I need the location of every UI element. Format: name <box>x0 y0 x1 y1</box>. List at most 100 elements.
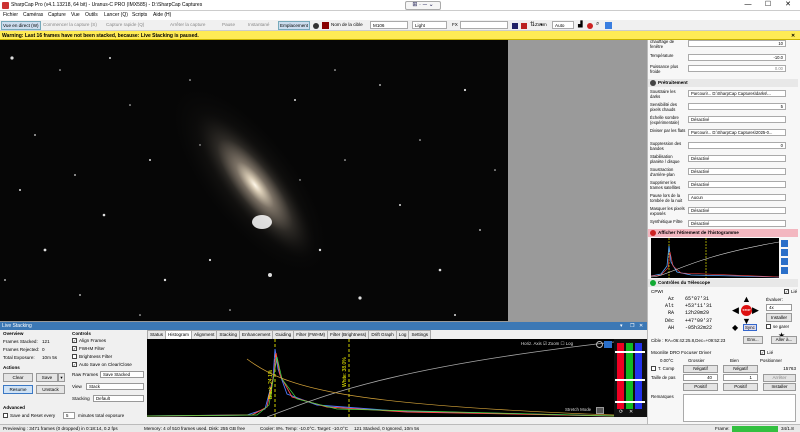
send-button[interactable]: Env... <box>743 336 763 344</box>
graph-icon[interactable] <box>781 267 788 274</box>
zoom-select[interactable]: Auto <box>552 21 574 29</box>
align-frames-checkbox[interactable]: ✓ Align Frames <box>72 338 106 344</box>
quick-capture-button[interactable]: Capture rapide (Q) <box>106 22 144 27</box>
upper-slider-handle[interactable] <box>615 351 645 353</box>
fine-negative-button[interactable]: Négatif <box>723 365 758 373</box>
menu-vue[interactable]: Vue <box>71 12 80 18</box>
mask-pixels-select[interactable]: Désactivé <box>688 207 786 214</box>
image-viewport[interactable] <box>0 40 647 321</box>
fwhm-filter-checkbox[interactable]: ✓ FWHM Filter <box>72 346 105 352</box>
stop-button[interactable]: STOP <box>741 305 752 316</box>
move-east-button[interactable]: ▶ <box>752 305 759 316</box>
snapshot-button[interactable]: Instantané <box>248 22 269 27</box>
autosave-checkbox[interactable]: ✓ Auto Save on Clear/Close <box>72 362 132 368</box>
stop-capture-button[interactable]: Arrêter la capture <box>170 22 206 27</box>
pause-nightfall-select[interactable]: Aucun <box>688 194 786 201</box>
color-icon[interactable] <box>521 23 527 29</box>
menu-aide[interactable]: Aide (H) <box>153 12 171 18</box>
flats-field[interactable]: Parcourir... D:\SharpCap Captures\2025-0… <box>688 129 786 136</box>
placement-button[interactable]: Emplacement <box>278 21 311 30</box>
notes-textarea[interactable] <box>683 394 796 422</box>
stretch-icon[interactable] <box>781 240 788 247</box>
menu-capture[interactable]: Capture <box>48 12 66 18</box>
banding-slider[interactable]: 0 <box>688 142 786 149</box>
panel-close-icon[interactable]: ✕ <box>639 322 643 330</box>
frame-icon[interactable] <box>512 23 518 29</box>
tab-histogram[interactable]: Histogram <box>165 330 192 339</box>
scope-installer-button[interactable]: Installer <box>766 313 792 322</box>
tab-alignment[interactable]: Alignment <box>190 330 218 339</box>
histogram-stretch-header[interactable]: Afficher l'étirement de l'histogramme <box>648 229 798 237</box>
save-dropdown-icon[interactable]: ▾ <box>58 373 65 382</box>
move-north-button[interactable]: ▲ <box>742 294 751 304</box>
start-capture-button[interactable]: Commencer la capture (S) <box>43 22 97 27</box>
hot-pixel-slider[interactable]: 5 <box>688 103 786 110</box>
mount-connected-checkbox[interactable]: ✓ Lié <box>784 289 797 295</box>
fine-step-input[interactable]: 1 <box>723 374 758 381</box>
synthetic-filter-select[interactable]: Désactivé <box>688 220 786 227</box>
warning-close-icon[interactable]: ✕ <box>791 33 795 39</box>
target-name-input[interactable]: M106 <box>370 21 408 29</box>
tab-filter-brightness[interactable]: Filter (Brightness) <box>327 330 370 339</box>
minimize-button[interactable]: — <box>738 0 758 11</box>
stop-focuser-button[interactable]: Arrêter <box>763 374 796 382</box>
histogram-options[interactable]: Horiz. Axis ☑ Zoom ☐ Log <box>521 341 573 347</box>
menu-fichier[interactable]: Fichier <box>3 12 18 18</box>
brightness-filter-checkbox[interactable]: Brightness Filter <box>72 354 112 360</box>
window-heater-value[interactable]: 10 <box>688 40 786 47</box>
coarse-positive-button[interactable]: Positif <box>683 383 718 391</box>
stretch-mode-select[interactable] <box>596 407 604 414</box>
preprocessing-header[interactable]: Prétraitement <box>648 79 798 87</box>
histogram-icon[interactable]: ▟ <box>578 21 583 28</box>
target-icon[interactable] <box>587 23 593 29</box>
panel-pin-icon[interactable]: ▾ <box>620 322 623 330</box>
rate-select[interactable]: 4x <box>766 304 792 311</box>
stacking-select[interactable]: Default <box>93 395 144 402</box>
search-icon[interactable]: ⌕ <box>596 21 599 28</box>
panel-float-icon[interactable]: ❐ <box>630 322 634 330</box>
save-button[interactable]: Save <box>36 373 58 382</box>
tab-drift-graph[interactable]: Drift Graph <box>368 330 397 339</box>
tcomp-checkbox[interactable]: T. Comp <box>651 366 674 372</box>
tab-stacking[interactable]: Stacking <box>216 330 241 339</box>
subtract-darks-field[interactable]: Parcourir... D:\SharpCap Captures\darks\… <box>688 90 786 97</box>
color-swatch-icon[interactable] <box>322 22 329 29</box>
live-view-button[interactable]: Vue en direct (W) <box>1 21 41 30</box>
color-sliders-reset-icon[interactable]: ⟳ <box>619 409 623 415</box>
tab-log[interactable]: Log <box>395 330 410 339</box>
focuser-installer-button[interactable]: Installer <box>763 383 796 391</box>
save-reset-checkbox[interactable]: Save and Reset every <box>3 413 55 419</box>
record-icon[interactable] <box>313 23 319 29</box>
telescope-header[interactable]: Contrôles du Télescope <box>648 279 798 287</box>
frame-type-select[interactable]: Light <box>412 21 447 29</box>
color-sliders-close-icon[interactable]: ✕ <box>629 409 633 415</box>
maximize-button[interactable]: ☐ <box>758 0 778 11</box>
view-select[interactable]: Stack <box>86 383 144 390</box>
lower-slider-handle[interactable] <box>615 401 645 403</box>
move-west-button[interactable]: ◀ <box>732 305 739 316</box>
clear-button[interactable]: Clear <box>3 373 33 382</box>
save-icon[interactable] <box>781 258 788 265</box>
fx-select[interactable] <box>460 21 508 29</box>
tab-status[interactable]: Status <box>147 330 167 339</box>
menu-scripts[interactable]: Scripts <box>132 12 147 18</box>
background-subtraction-select[interactable]: Désactivé <box>688 168 786 175</box>
unstack-button[interactable]: Unstack <box>36 385 65 394</box>
close-button[interactable]: ✕ <box>778 0 798 11</box>
reset-icon[interactable] <box>781 249 788 256</box>
park-checkbox[interactable]: se garer <box>766 324 789 330</box>
save-reset-input[interactable]: 5 <box>63 412 75 419</box>
middle-slider-handle[interactable] <box>615 379 645 381</box>
menu-cameras[interactable]: Caméras <box>23 12 43 18</box>
raw-frames-select[interactable]: Save Stacked <box>100 371 144 378</box>
tab-guiding[interactable]: Guiding <box>272 330 295 339</box>
fine-positive-button[interactable]: Positif <box>723 383 758 391</box>
layout-control[interactable]: ⊞ · ─ ⌄ <box>405 1 441 10</box>
temperature-value[interactable]: -10.0 <box>688 54 786 61</box>
satellite-select[interactable]: Désactivé <box>688 181 786 188</box>
menu-outils[interactable]: Outils <box>85 12 98 18</box>
tab-enhancement[interactable]: Enhancement <box>239 330 274 339</box>
histogram-reset-icon[interactable] <box>596 341 603 348</box>
resume-button[interactable]: Resume <box>3 385 33 394</box>
sync-button[interactable]: Sync <box>743 324 757 331</box>
